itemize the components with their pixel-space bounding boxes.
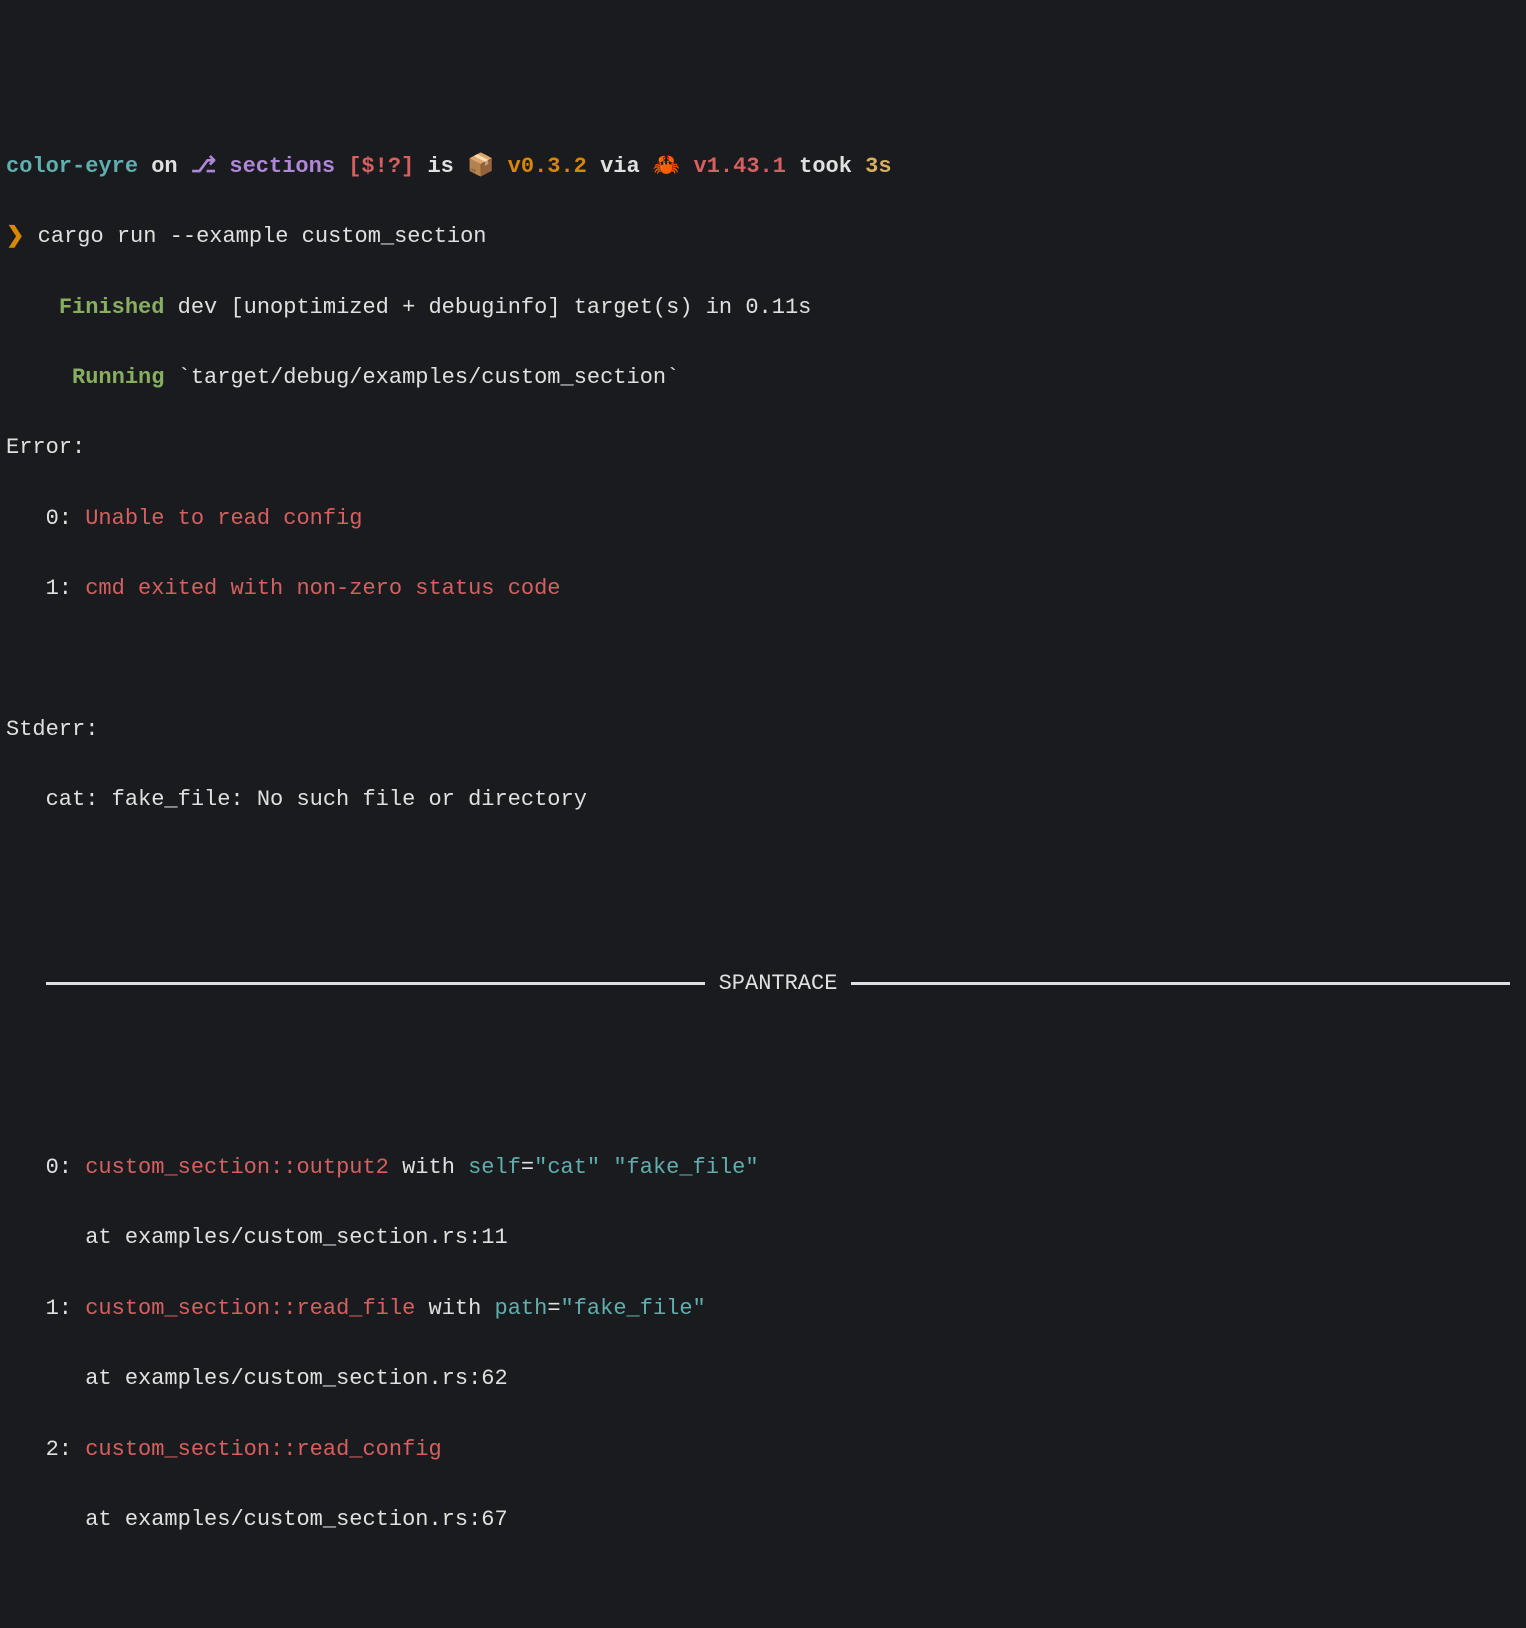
- frame-fn: read_config: [296, 1437, 441, 1462]
- git-branch: sections: [216, 154, 335, 179]
- running-text: `target/debug/examples/custom_section`: [164, 365, 679, 390]
- running-label: Running: [72, 365, 164, 390]
- spantrace-header: SPANTRACE: [46, 966, 1510, 1001]
- spantrace-at: at examples/custom_section.rs:67: [6, 1502, 1520, 1537]
- git-status: [$!?]: [335, 154, 414, 179]
- rust-version: v1.43.1: [694, 154, 786, 179]
- error-index: 0:: [6, 506, 85, 531]
- frame-sep: ::: [270, 1155, 296, 1180]
- frame-loc: examples/custom_section.rs: [125, 1366, 468, 1391]
- project-name: color-eyre: [6, 154, 138, 179]
- cargo-finished-line: Finished dev [unoptimized + debuginfo] t…: [6, 290, 1520, 325]
- frame-loc: examples/custom_section.rs: [125, 1225, 468, 1250]
- field-val: "fake_file": [561, 1296, 706, 1321]
- frame-module: custom_section: [85, 1437, 270, 1462]
- blank-line: [6, 1572, 1520, 1607]
- at-text: at: [6, 1225, 125, 1250]
- stderr-content: cat: fake_file: No such file or director…: [6, 782, 1520, 817]
- field-eq: =: [547, 1296, 560, 1321]
- with-text: with: [415, 1296, 494, 1321]
- space: [600, 1155, 613, 1180]
- frame-index: 1:: [6, 1296, 85, 1321]
- package-version: v0.3.2: [508, 154, 587, 179]
- spantrace-frame: 0: custom_section::output2 with self="ca…: [6, 1150, 1520, 1185]
- spantrace-at: at examples/custom_section.rs:11: [6, 1220, 1520, 1255]
- frame-loc: examples/custom_section.rs: [125, 1507, 468, 1532]
- field-val: "fake_file": [613, 1155, 758, 1180]
- spantrace-frame: 1: custom_section::read_file with path="…: [6, 1291, 1520, 1326]
- field-key: self: [468, 1155, 521, 1180]
- error-item: 1: cmd exited with non-zero status code: [6, 571, 1520, 606]
- frame-linenum: :67: [468, 1507, 508, 1532]
- prompt-line: color-eyre on ⎇ sections [$!?] is 📦 v0.3…: [6, 149, 1520, 184]
- frame-fn: read_file: [296, 1296, 415, 1321]
- frame-linenum: :62: [468, 1366, 508, 1391]
- stderr-label: Stderr:: [6, 712, 1520, 747]
- spantrace-frame: 2: custom_section::read_config: [6, 1432, 1520, 1467]
- spantrace-header-wrap: SPANTRACE: [6, 923, 1520, 1045]
- frame-module: custom_section: [85, 1296, 270, 1321]
- frame-index: 2:: [6, 1437, 85, 1462]
- blank-line: [6, 853, 1520, 888]
- field-key: path: [495, 1296, 548, 1321]
- frame-module: custom_section: [85, 1155, 270, 1180]
- error-label: Error:: [6, 430, 1520, 465]
- at-text: at: [6, 1366, 125, 1391]
- spantrace-at: at examples/custom_section.rs:62: [6, 1361, 1520, 1396]
- error-message: cmd exited with non-zero status code: [85, 576, 560, 601]
- command-text: cargo run --example custom_section: [38, 224, 487, 249]
- is-text: is: [414, 154, 467, 179]
- finished-text: dev [unoptimized + debuginfo] target(s) …: [164, 295, 811, 320]
- error-index: 1:: [6, 576, 85, 601]
- blank-line: [6, 641, 1520, 676]
- with-text: with: [389, 1155, 468, 1180]
- divider-right: [851, 982, 1510, 985]
- on-text: on: [138, 154, 191, 179]
- error-item: 0: Unable to read config: [6, 501, 1520, 536]
- took-value: 3s: [865, 154, 891, 179]
- frame-sep: ::: [270, 1437, 296, 1462]
- frame-index: 0:: [6, 1155, 85, 1180]
- blank-line: [6, 1080, 1520, 1115]
- git-branch-icon: ⎇: [191, 154, 216, 179]
- rust-icon: 🦀: [653, 154, 694, 179]
- finished-label: Finished: [59, 295, 165, 320]
- frame-linenum: :11: [468, 1225, 508, 1250]
- prompt-char: ❯: [6, 224, 38, 249]
- divider-left: [46, 982, 705, 985]
- error-message: Unable to read config: [85, 506, 362, 531]
- spantrace-title: SPANTRACE: [705, 966, 852, 1001]
- via-text: via: [587, 154, 653, 179]
- frame-fn: output2: [296, 1155, 388, 1180]
- took-label: took: [786, 154, 865, 179]
- command-line[interactable]: ❯ cargo run --example custom_section: [6, 219, 1520, 254]
- frame-sep: ::: [270, 1296, 296, 1321]
- package-icon: 📦: [467, 154, 508, 179]
- cargo-running-line: Running `target/debug/examples/custom_se…: [6, 360, 1520, 395]
- field-eq: =: [521, 1155, 534, 1180]
- field-val: "cat": [534, 1155, 600, 1180]
- at-text: at: [6, 1507, 125, 1532]
